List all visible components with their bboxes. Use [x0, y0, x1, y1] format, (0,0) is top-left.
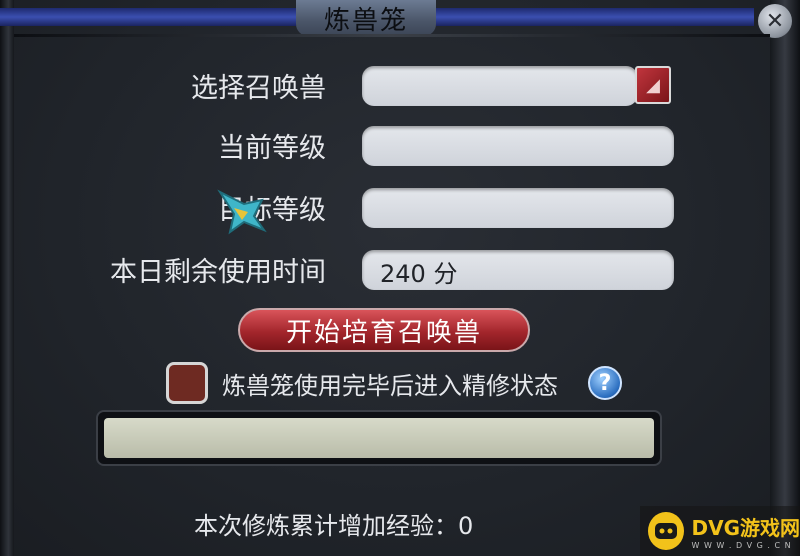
remaining-time-label: 本日剩余使用时间 [110, 257, 326, 288]
help-icon[interactable]: ? [588, 366, 622, 400]
close-button[interactable]: ✕ [758, 4, 792, 38]
window-title: 炼兽笼 [323, 5, 408, 36]
refine-state-checkbox[interactable] [166, 362, 208, 404]
dropdown-arrow-icon: ◢ [646, 74, 660, 96]
current-level-field [362, 126, 674, 166]
watermark-url: W W W . D V G . C N [691, 541, 792, 550]
select-summon-label: 选择召唤兽 [191, 73, 326, 104]
question-mark-glyph: ? [598, 370, 612, 396]
window-frame-left [0, 0, 14, 556]
target-level-field[interactable] [362, 188, 674, 228]
title-stripe-right [436, 8, 754, 26]
progress-track [104, 418, 654, 458]
title-divider [14, 34, 770, 37]
start-training-button[interactable]: 开始培育召唤兽 [238, 308, 530, 352]
watermark-logo-icon [648, 512, 684, 550]
training-progress-bar [96, 410, 662, 466]
title-bar[interactable]: 炼兽笼 ✕ [0, 0, 800, 38]
training-cage-window: 炼兽笼 ✕ 选择召唤兽 ◢ 当前等级 目标等级 本日剩余使用时间 240 分 开… [0, 0, 800, 556]
title-stripe-left [0, 8, 296, 26]
refine-state-label: 炼兽笼使用完毕后进入精修状态 [222, 372, 558, 400]
remaining-time-value: 240 分 [380, 260, 458, 288]
close-icon: ✕ [765, 8, 785, 34]
title-plate: 炼兽笼 [296, 0, 436, 36]
select-summon-field[interactable] [362, 66, 638, 106]
window-frame-right [770, 0, 800, 556]
accumulated-experience-text: 本次修炼累计增加经验：0 [194, 512, 474, 540]
pet-cursor-icon [217, 189, 267, 235]
site-watermark: DVG游戏网 W W W . D V G . C N [640, 506, 800, 556]
current-level-label: 当前等级 [218, 133, 326, 164]
watermark-brand: DVG游戏网 [691, 516, 800, 540]
summon-dropdown-button[interactable]: ◢ [635, 66, 671, 104]
start-training-label: 开始培育召唤兽 [285, 317, 482, 348]
remaining-time-field: 240 分 [362, 250, 674, 290]
